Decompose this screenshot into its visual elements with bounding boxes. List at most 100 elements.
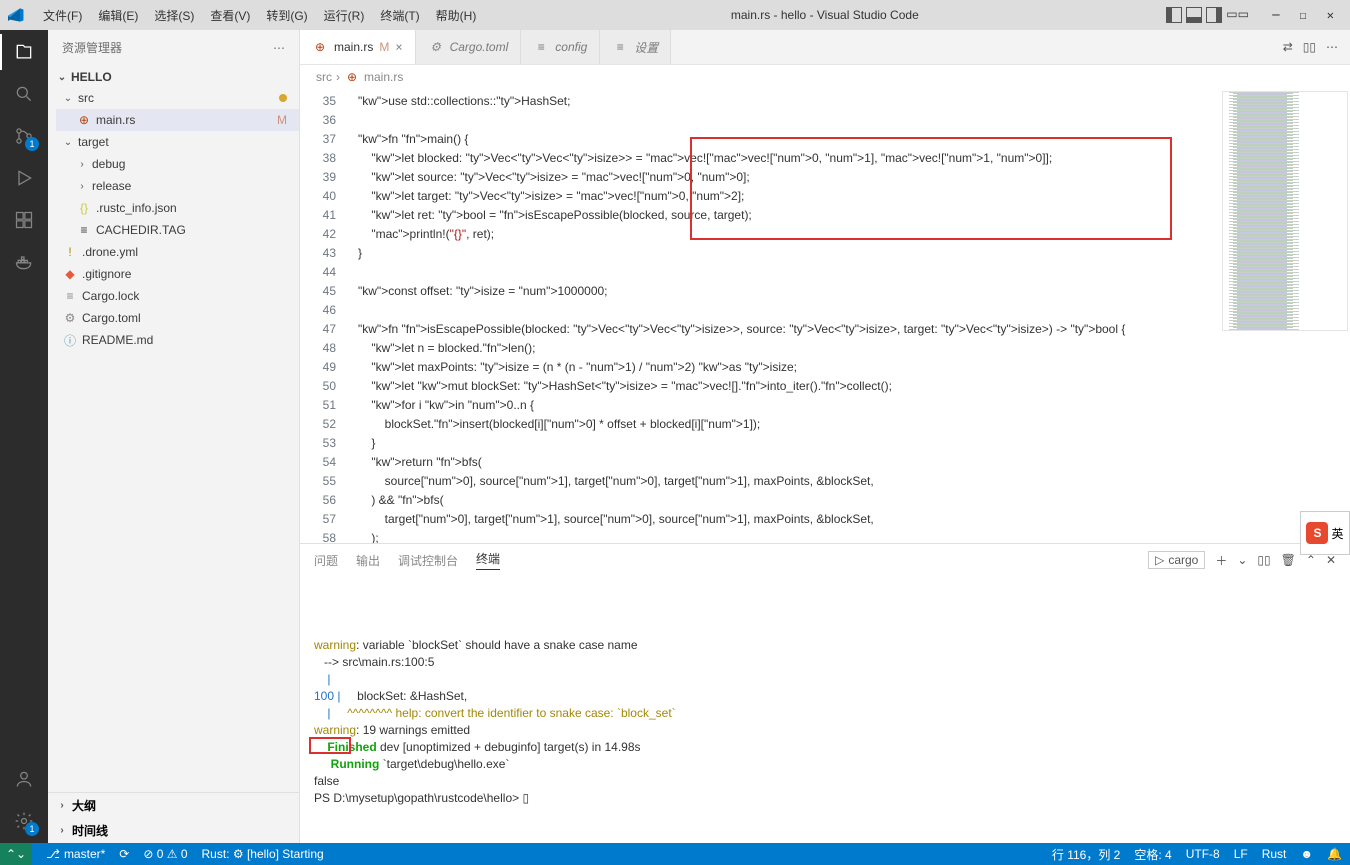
folder-debug[interactable]: ›debug — [56, 153, 299, 175]
panel-maximize-icon[interactable]: ⌃ — [1306, 553, 1316, 567]
panel-tab-output[interactable]: 输出 — [356, 552, 380, 569]
lock-file-icon: ≡ — [62, 289, 78, 303]
file-readme[interactable]: ⓘREADME.md — [56, 329, 299, 351]
play-icon: ▷ — [1155, 553, 1164, 567]
folder-target[interactable]: ⌄target — [56, 131, 299, 153]
status-notifications-icon[interactable]: 🔔 — [1327, 847, 1342, 861]
menu-run[interactable]: 运行(R) — [317, 3, 372, 28]
file-rustc-info[interactable]: {}.rustc_info.json — [56, 197, 299, 219]
menu-bar: 文件(F) 编辑(E) 选择(S) 查看(V) 转到(G) 运行(R) 终端(T… — [36, 3, 483, 28]
source-control-icon[interactable]: 1 — [12, 124, 36, 148]
run-debug-icon[interactable] — [12, 166, 36, 190]
title-bar: 文件(F) 编辑(E) 选择(S) 查看(V) 转到(G) 运行(R) 终端(T… — [0, 0, 1350, 30]
toggle-secondary-icon[interactable] — [1206, 7, 1222, 23]
new-terminal-icon[interactable]: ＋ — [1215, 552, 1227, 569]
file-cargo-lock[interactable]: ≡Cargo.lock — [56, 285, 299, 307]
search-icon[interactable] — [12, 82, 36, 106]
sidebar: 资源管理器 ⋯ ⌄HELLO ⌄src ⊕main.rsM ⌄target ›d… — [48, 30, 300, 843]
file-cachedir[interactable]: ≡CACHEDIR.TAG — [56, 219, 299, 241]
editor-area: ⊕main.rs M× ⚙Cargo.toml ≡config ≡设置 ⇄ ▯▯… — [300, 30, 1350, 843]
status-feedback-icon[interactable]: ☻ — [1300, 847, 1313, 861]
menu-view[interactable]: 查看(V) — [203, 3, 257, 28]
close-tab-icon[interactable]: × — [395, 40, 402, 54]
info-file-icon: ⓘ — [62, 332, 78, 349]
status-problems[interactable]: ⊘ 0 ⚠ 0 — [143, 847, 187, 861]
panel-tab-terminal[interactable]: 终端 — [476, 550, 500, 570]
window-controls: ─ ☐ ✕ — [1264, 4, 1342, 26]
tab-config[interactable]: ≡config — [521, 30, 600, 64]
editor-tabs: ⊕main.rs M× ⚙Cargo.toml ≡config ≡设置 ⇄ ▯▯… — [300, 30, 1350, 65]
file-cargo-toml[interactable]: ⚙Cargo.toml — [56, 307, 299, 329]
file-gitignore[interactable]: ◆.gitignore — [56, 263, 299, 285]
git-file-icon: ◆ — [62, 267, 78, 281]
status-sync[interactable]: ⟳ — [119, 847, 129, 861]
compare-changes-icon[interactable]: ⇄ — [1283, 40, 1293, 54]
status-rust-analyzer[interactable]: Rust: ⚙ [hello] Starting — [202, 847, 324, 861]
terminal-dropdown-icon[interactable]: ⌄ — [1237, 553, 1247, 567]
toml-file-icon: ⚙ — [428, 40, 444, 54]
explorer-icon[interactable] — [12, 40, 36, 64]
menu-edit[interactable]: 编辑(E) — [91, 3, 145, 28]
tab-main-rs[interactable]: ⊕main.rs M× — [300, 30, 416, 64]
kill-terminal-icon[interactable]: 🗑 — [1281, 553, 1296, 567]
menu-terminal[interactable]: 终端(T) — [373, 3, 426, 28]
close-button[interactable]: ✕ — [1319, 4, 1342, 26]
status-indent[interactable]: 空格: 4 — [1134, 846, 1171, 863]
yaml-file-icon: ! — [62, 245, 78, 259]
ime-indicator[interactable]: S 英 — [1300, 511, 1350, 555]
menu-selection[interactable]: 选择(S) — [147, 3, 201, 28]
sidebar-more-icon[interactable]: ⋯ — [273, 41, 285, 55]
panel-close-icon[interactable]: ✕ — [1326, 553, 1336, 567]
minimize-button[interactable]: ─ — [1264, 4, 1287, 26]
status-eol[interactable]: LF — [1234, 847, 1248, 861]
account-icon[interactable] — [12, 767, 36, 791]
split-editor-icon[interactable]: ▯▯ — [1303, 40, 1316, 54]
scm-badge: 1 — [25, 137, 39, 151]
tab-cargo-toml[interactable]: ⚙Cargo.toml — [416, 30, 522, 64]
rust-file-icon: ⊕ — [312, 40, 328, 54]
menu-go[interactable]: 转到(G) — [259, 3, 314, 28]
maximize-button[interactable]: ☐ — [1292, 4, 1315, 26]
outline-section[interactable]: ›大纲 — [48, 793, 299, 818]
status-remote-icon[interactable]: ⌃⌄ — [0, 843, 32, 865]
sidebar-title: 资源管理器 — [62, 39, 122, 56]
sidebar-header: 资源管理器 ⋯ — [48, 30, 299, 65]
project-header[interactable]: ⌄HELLO — [48, 67, 299, 87]
panel-tab-problems[interactable]: 问题 — [314, 552, 338, 569]
customize-layout-icon[interactable]: ▭▭ — [1226, 7, 1244, 23]
file-drone-yml[interactable]: !.drone.yml — [56, 241, 299, 263]
panel-tabs: 问题 输出 调试控制台 终端 ▷cargo ＋ ⌄ ▯▯ 🗑 ⌃ ✕ — [300, 544, 1350, 576]
minimap[interactable] — [1220, 89, 1350, 543]
folder-src[interactable]: ⌄src — [56, 87, 299, 109]
status-language[interactable]: Rust — [1262, 847, 1287, 861]
terminal[interactable]: warning: variable `blockSet` should have… — [300, 576, 1350, 843]
extensions-icon[interactable] — [12, 208, 36, 232]
toggle-sidebar-icon[interactable] — [1166, 7, 1182, 23]
file-icon: ≡ — [76, 223, 92, 237]
window-title: main.rs - hello - Visual Studio Code — [483, 8, 1166, 22]
docker-icon[interactable] — [12, 250, 36, 274]
terminal-task-chip[interactable]: ▷cargo — [1148, 551, 1205, 569]
tab-settings[interactable]: ≡设置 — [600, 30, 671, 64]
breadcrumb[interactable]: src›⊕main.rs — [300, 65, 1350, 89]
file-main-rs[interactable]: ⊕main.rsM — [56, 109, 299, 131]
panel-tab-debug-console[interactable]: 调试控制台 — [398, 552, 458, 569]
settings-gear-icon[interactable]: 1 — [12, 809, 36, 833]
split-terminal-icon[interactable]: ▯▯ — [1257, 553, 1270, 567]
toggle-panel-icon[interactable] — [1186, 7, 1202, 23]
more-actions-icon[interactable]: ⋯ — [1326, 40, 1338, 54]
status-encoding[interactable]: UTF-8 — [1186, 847, 1220, 861]
file-icon: ≡ — [533, 40, 549, 54]
code-editor[interactable]: 3536373839404142434445464748495051525354… — [300, 89, 1350, 543]
bottom-panel: 问题 输出 调试控制台 终端 ▷cargo ＋ ⌄ ▯▯ 🗑 ⌃ ✕ warni… — [300, 543, 1350, 843]
menu-file[interactable]: 文件(F) — [36, 3, 89, 28]
timeline-section[interactable]: ›时间线 — [48, 818, 299, 843]
rust-file-icon: ⊕ — [344, 70, 360, 84]
status-branch[interactable]: ⎇ master* — [46, 847, 105, 861]
folder-release[interactable]: ›release — [56, 175, 299, 197]
settings-file-icon: ≡ — [612, 40, 628, 54]
sogou-logo-icon: S — [1306, 522, 1328, 544]
status-cursor-position[interactable]: 行 116，列 2 — [1052, 846, 1120, 863]
toml-file-icon: ⚙ — [62, 311, 78, 325]
menu-help[interactable]: 帮助(H) — [429, 3, 484, 28]
